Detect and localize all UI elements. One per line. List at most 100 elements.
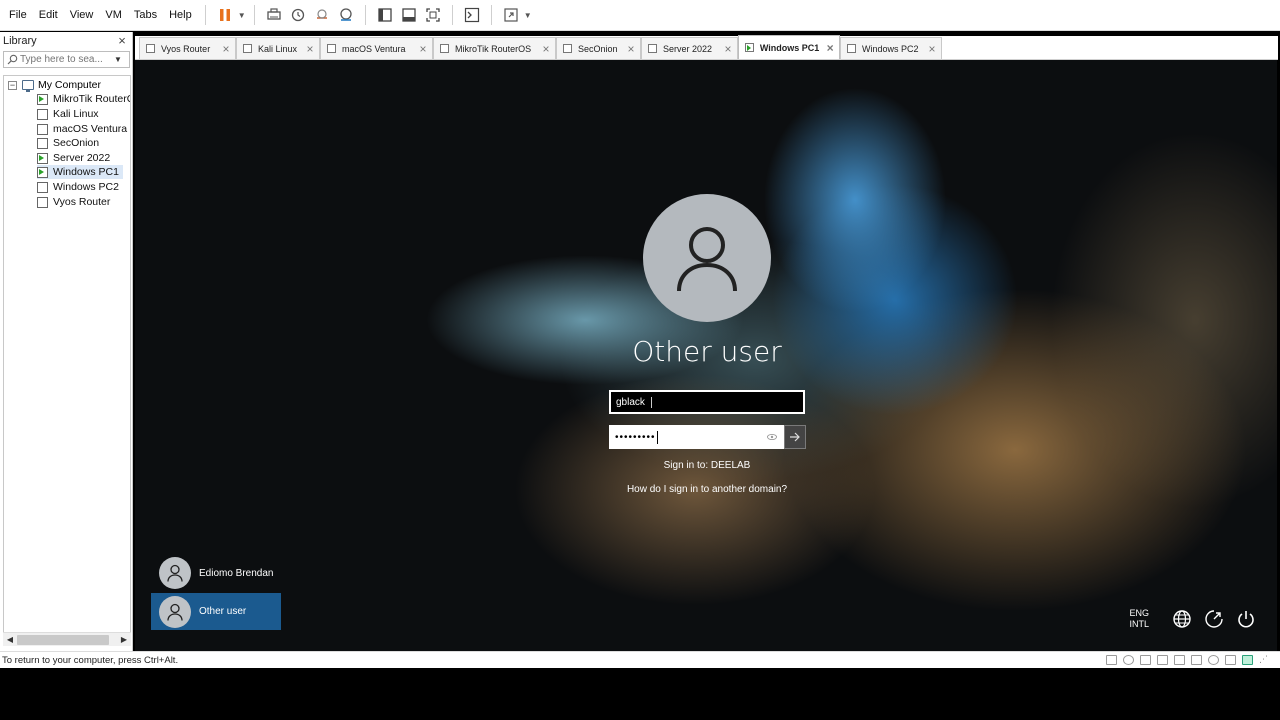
tab-windows-pc1[interactable]: Windows PC1 × [738,35,840,59]
tab-mikrotik-routeros[interactable]: MikroTik RouterOS × [433,37,556,59]
snapshot-button[interactable] [286,3,310,27]
tree-item-label: Vyos Router [53,196,111,208]
snapshot-manager-button[interactable] [334,3,358,27]
input-language-indicator[interactable]: ENG INTL [1129,608,1149,630]
password-field[interactable]: ••••••••• [609,425,784,449]
collapse-icon[interactable]: − [8,80,17,90]
menu-vm[interactable]: VM [99,0,128,31]
scroll-left-icon[interactable]: ◀ [3,635,17,644]
library-horizontal-scrollbar[interactable]: ◀ ▶ [3,632,131,646]
tab-label: Vyos Router [161,43,211,54]
tree-item-windows-pc1[interactable]: Windows PC1 [37,165,123,179]
vm-tab-icon [243,44,252,53]
bluetooth-icon[interactable] [1225,655,1236,665]
power-icon[interactable] [1235,608,1257,630]
tab-close-icon[interactable]: × [541,42,551,56]
scrollbar-thumb[interactable] [17,634,109,645]
tab-close-icon[interactable]: × [927,42,937,56]
username-field[interactable]: gblack [609,390,805,414]
tab-close-icon[interactable]: × [723,42,733,56]
tab-close-icon[interactable]: × [626,42,636,56]
tab-seconion[interactable]: SecOnion × [556,37,641,59]
lock-screen-tray: ENG INTL [1129,608,1257,630]
usb-icon[interactable] [1174,655,1185,665]
tab-windows-pc2[interactable]: Windows PC2 × [840,37,942,59]
tree-item-server-2022[interactable]: Server 2022 [37,151,114,165]
vm-console-screen[interactable]: Other user gblack ••••••••• Sign in to: … [135,60,1277,651]
other-domain-link[interactable]: How do I sign in to another domain? [575,484,839,495]
tab-label: Windows PC1 [759,42,820,53]
tree-item-mikrotik-routeros[interactable]: MikroTik RouterOS [37,92,130,106]
submit-arrow-button[interactable] [784,425,806,449]
network-icon[interactable] [1171,608,1193,630]
library-search-box[interactable]: ▼ [3,51,130,68]
menu-file[interactable]: File [0,0,33,31]
accessibility-icon[interactable] [1203,608,1225,630]
hard-disk-icon[interactable] [1106,655,1117,665]
tab-kali-linux[interactable]: Kali Linux × [236,37,320,59]
reveal-password-icon[interactable] [767,432,777,442]
user-tile-ediomo-brendan[interactable]: Ediomo Brendan [151,555,281,591]
floppy-icon[interactable] [1140,655,1151,665]
menu-tabs[interactable]: Tabs [128,0,163,31]
menu-help[interactable]: Help [163,0,198,31]
tab-server-2022[interactable]: Server 2022 × [641,37,738,59]
scroll-right-icon[interactable]: ▶ [117,635,131,644]
drag-handle-icon[interactable]: ⋰ [1259,655,1270,665]
tab-close-icon[interactable]: × [305,42,315,56]
tab-close-icon[interactable]: × [418,42,428,56]
stretch-dropdown-caret[interactable]: ▼ [523,3,533,27]
toolbar-separator [364,5,366,25]
pause-button[interactable] [213,3,237,27]
library-close-button[interactable]: × [116,34,128,47]
vm-running-icon [37,152,48,164]
vm-icon [37,123,48,135]
tree-item-label: Server 2022 [53,152,111,164]
tab-label: Kali Linux [258,43,298,54]
sound-icon[interactable] [1191,655,1202,665]
tab-close-icon[interactable]: × [825,41,835,55]
revert-icon [316,9,327,19]
menu-view[interactable]: View [64,0,100,31]
show-thumbnail-bar-button[interactable] [397,3,421,27]
cd-dvd-icon[interactable] [1123,655,1134,665]
toolbar-separator [490,5,492,25]
text-cursor [650,396,652,408]
menu-edit[interactable]: Edit [33,0,64,31]
tree-item-label: Windows PC1 [53,166,119,178]
search-dropdown-caret[interactable]: ▼ [112,55,124,64]
tab-label: macOS Ventura [342,43,406,54]
library-search-input[interactable] [20,54,112,65]
tree-item-seconion[interactable]: SecOnion [37,136,103,150]
console-view-button[interactable] [460,3,484,27]
show-library-button[interactable] [373,3,397,27]
password-masked-value: ••••••••• [615,431,656,443]
message-log-icon[interactable] [1242,655,1253,665]
sign-in-domain-text: Sign in to: DEELAB [663,460,751,471]
vm-tab-strip: Vyos Router × Kali Linux × macOS Ventura… [135,35,1278,60]
full-screen-button[interactable] [421,3,445,27]
pause-dropdown-caret[interactable]: ▼ [237,3,247,27]
console-icon [464,7,479,23]
tab-macos-ventura[interactable]: macOS Ventura × [320,37,433,59]
tree-item-kali-linux[interactable]: Kali Linux [37,107,103,121]
network-adapter-icon[interactable] [1157,655,1168,665]
device-status-icons: ⋰ [1100,655,1280,665]
tree-item-vyos-router[interactable]: Vyos Router [37,195,114,209]
send-ctrl-alt-del-button[interactable] [262,3,286,27]
computer-icon [22,80,34,92]
tree-item-windows-pc2[interactable]: Windows PC2 [37,180,123,194]
vm-running-icon [37,166,48,178]
library-tree: − My Computer MikroTik RouterOS Kali Lin… [3,75,131,635]
camera-icon[interactable] [1208,655,1219,665]
tree-item-macos-ventura[interactable]: macOS Ventura [37,122,130,136]
library-panel: Library × ▼ − My Computer MikroTik Route… [0,32,133,652]
search-icon [4,52,20,67]
stretch-guest-button[interactable] [499,3,523,27]
tab-close-icon[interactable]: × [221,42,231,56]
tab-vyos-router[interactable]: Vyos Router × [139,37,236,59]
toolbar-separator [253,5,255,25]
revert-snapshot-button[interactable] [310,3,334,27]
tree-root-my-computer[interactable]: − My Computer [8,78,101,92]
user-tile-other-user[interactable]: Other user [151,593,281,630]
